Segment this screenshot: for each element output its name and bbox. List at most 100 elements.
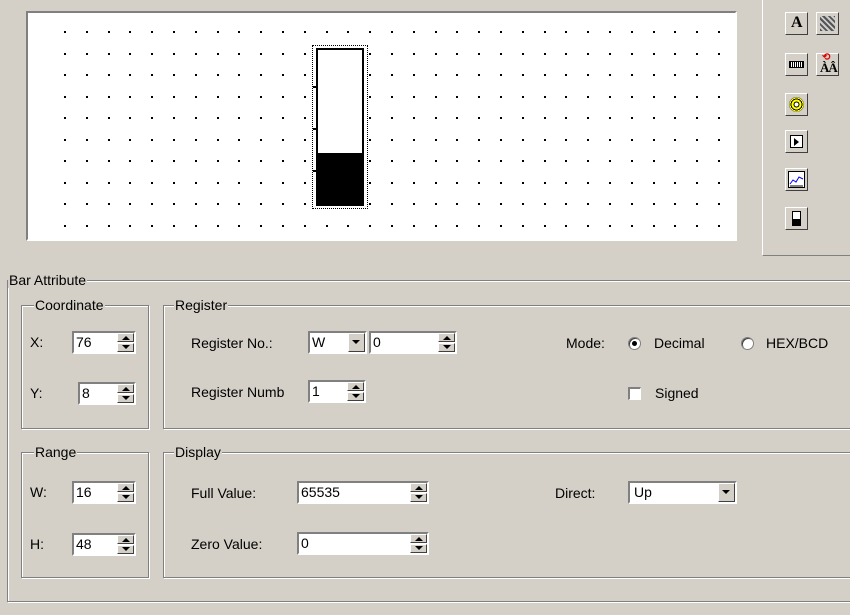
grid-dot	[391, 74, 393, 76]
x-spinbox[interactable]: 76	[72, 331, 136, 354]
grid-dot	[522, 96, 524, 98]
grid-dot	[544, 203, 546, 205]
y-increment-button[interactable]	[117, 384, 134, 393]
register-type-dropdown-button[interactable]	[348, 333, 365, 352]
grid-dot	[129, 139, 131, 141]
grid-dot	[544, 139, 546, 141]
full-value-spinbox[interactable]: 65535	[297, 481, 429, 504]
x-decrement-button[interactable]	[117, 343, 134, 352]
y-spinbox[interactable]: 8	[78, 382, 136, 405]
grid-dot	[435, 139, 437, 141]
grid-dot	[696, 74, 698, 76]
zero-value-decrement-button[interactable]	[410, 544, 427, 553]
grid-dot	[544, 160, 546, 162]
grid-dot	[587, 160, 589, 162]
register-number-decrement-button[interactable]	[347, 392, 364, 401]
zero-value-spinbox[interactable]: 0	[297, 532, 429, 555]
grid-dot	[456, 31, 458, 33]
direct-dropdown[interactable]: Up	[628, 481, 737, 504]
register-number-increment-button[interactable]	[347, 382, 364, 391]
button-tool-button[interactable]	[785, 130, 808, 153]
grid-dot	[609, 53, 611, 55]
zero-value-spinner[interactable]	[410, 534, 427, 553]
grid-dot	[173, 74, 175, 76]
grid-dot	[151, 96, 153, 98]
grid-dot	[565, 53, 567, 55]
grid-dot	[631, 203, 633, 205]
h-spinbox[interactable]: 48	[72, 533, 136, 556]
lamp-tool-button[interactable]	[785, 93, 808, 116]
mode-hex-label[interactable]: HEX/BCD	[766, 334, 828, 352]
text-tool-icon: A	[791, 14, 803, 31]
direct-dropdown-button[interactable]	[718, 483, 735, 502]
grid-dot	[435, 74, 437, 76]
mode-decimal-label[interactable]: Decimal	[654, 334, 705, 352]
register-number-spinbox[interactable]: 1	[308, 380, 366, 403]
grid-dot	[86, 53, 88, 55]
text-tool-button[interactable]: A	[785, 12, 808, 35]
display-tool-button[interactable]	[785, 53, 808, 76]
grid-dot	[64, 182, 66, 184]
grid-dot	[456, 160, 458, 162]
grid-dot	[435, 225, 437, 227]
full-value-spinner[interactable]	[410, 483, 427, 502]
grid-dot	[565, 74, 567, 76]
h-increment-button[interactable]	[117, 535, 134, 544]
grid-dot	[718, 160, 720, 162]
grid-dot	[587, 225, 589, 227]
coordinate-title: Coordinate	[34, 297, 105, 313]
trend-tool-button[interactable]	[785, 168, 808, 191]
grid-dot	[369, 182, 371, 184]
grid-dot	[413, 160, 415, 162]
grid-dot	[631, 53, 633, 55]
arrow-up-icon	[122, 538, 130, 542]
full-value-decrement-button[interactable]	[410, 493, 427, 502]
grid-dot	[500, 160, 502, 162]
grid-dot	[674, 225, 676, 227]
signed-checkbox[interactable]	[628, 387, 641, 400]
w-spinbox[interactable]: 16	[72, 481, 136, 504]
x-spinner[interactable]	[117, 333, 134, 352]
y-spinner[interactable]	[117, 384, 134, 403]
bar-widget[interactable]	[312, 45, 368, 209]
grid-dot	[86, 225, 88, 227]
h-decrement-button[interactable]	[117, 545, 134, 554]
grid-dot	[544, 74, 546, 76]
mode-decimal-radio[interactable]	[628, 337, 641, 350]
x-increment-button[interactable]	[117, 333, 134, 342]
grid-dot	[674, 160, 676, 162]
text-replace-tool-button[interactable]: ⟲ ÀÂ	[816, 52, 839, 76]
y-decrement-button[interactable]	[117, 394, 134, 403]
bar-tool-button[interactable]	[785, 207, 808, 230]
direct-label: Direct:	[555, 485, 596, 501]
w-spinner[interactable]	[117, 483, 134, 502]
full-value-increment-button[interactable]	[410, 483, 427, 492]
image-tool-button[interactable]	[816, 12, 839, 35]
register-no-spinner[interactable]	[438, 333, 455, 352]
direct-value: Up	[634, 484, 652, 500]
h-spinner[interactable]	[117, 535, 134, 554]
signed-label[interactable]: Signed	[655, 384, 699, 402]
w-increment-button[interactable]	[117, 483, 134, 492]
grid-dot	[347, 225, 349, 227]
register-no-increment-button[interactable]	[438, 333, 455, 342]
register-no-decrement-button[interactable]	[438, 343, 455, 352]
design-canvas[interactable]	[26, 11, 737, 241]
grid-dot	[282, 160, 284, 162]
register-no-spinbox[interactable]: 0	[369, 331, 457, 354]
register-number-spinner[interactable]	[347, 382, 364, 401]
grid-dot	[500, 117, 502, 119]
register-type-dropdown[interactable]: W	[308, 331, 367, 354]
grid-dot	[413, 203, 415, 205]
register-number-value: 1	[312, 383, 320, 399]
grid-dot	[195, 225, 197, 227]
grid-dot	[129, 31, 131, 33]
grid-dot	[631, 225, 633, 227]
grid-dot	[609, 160, 611, 162]
mode-hex-radio[interactable]	[741, 337, 754, 350]
grid-dot	[565, 225, 567, 227]
grid-dot	[217, 31, 219, 33]
w-decrement-button[interactable]	[117, 493, 134, 502]
zero-value-increment-button[interactable]	[410, 534, 427, 543]
grid-dot	[435, 96, 437, 98]
